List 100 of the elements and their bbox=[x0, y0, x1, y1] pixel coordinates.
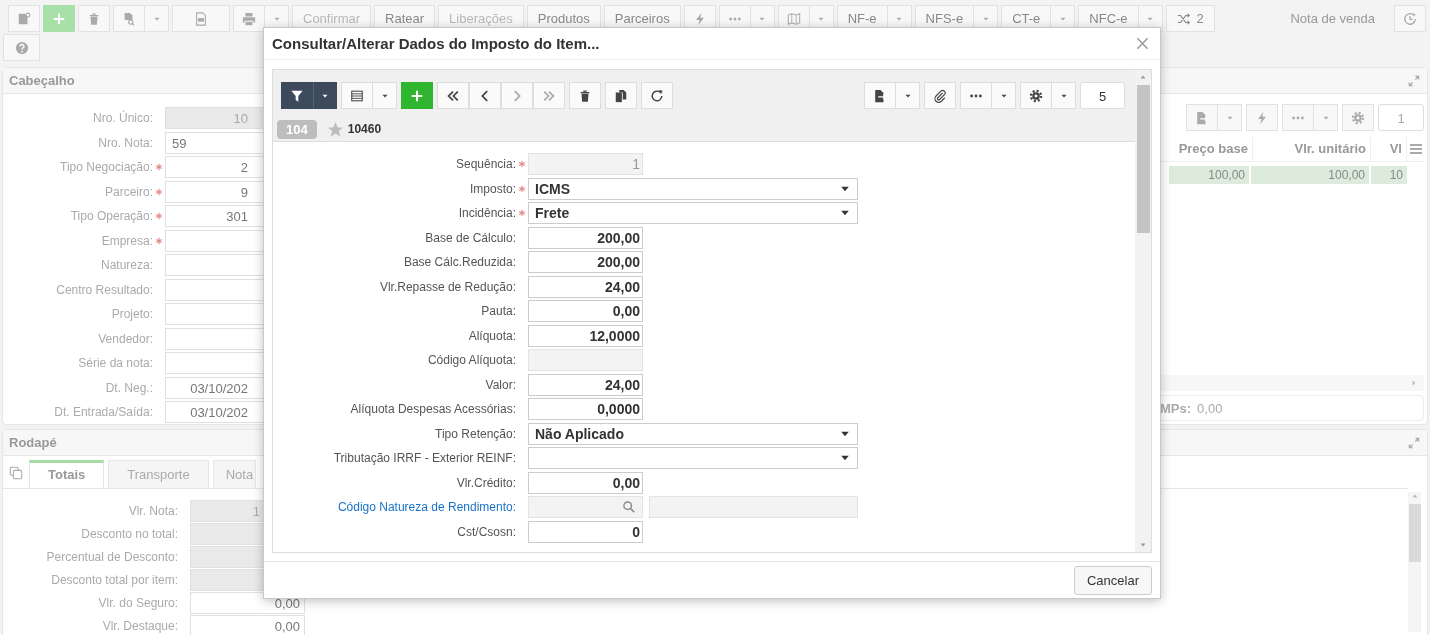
delete-button[interactable] bbox=[569, 82, 601, 109]
field-label: Percentual de Desconto: bbox=[45, 549, 178, 564]
field-label: Empresa: bbox=[100, 233, 153, 248]
input-field[interactable]: 9 bbox=[165, 180, 265, 203]
vertical-scrollbar[interactable] bbox=[1408, 492, 1421, 632]
help-button[interactable] bbox=[3, 34, 40, 61]
input-field[interactable]: 0,0000 bbox=[528, 398, 643, 421]
field-label: Parceiro: bbox=[103, 184, 153, 199]
double-right-chevron-icon bbox=[542, 88, 556, 103]
field-label: Dt. Neg.: bbox=[104, 380, 153, 395]
column-header[interactable]: Preço base bbox=[1173, 137, 1253, 161]
input-field[interactable]: 12,0000 bbox=[528, 324, 643, 347]
input-field[interactable]: 24,00 bbox=[528, 275, 643, 298]
export-button[interactable] bbox=[864, 82, 896, 109]
column-header[interactable]: Vl bbox=[1371, 137, 1407, 161]
input-field[interactable]: 03/10/202 bbox=[165, 401, 265, 424]
description-field[interactable] bbox=[649, 496, 858, 519]
expand-icon bbox=[1407, 73, 1421, 88]
more-button[interactable] bbox=[1282, 104, 1314, 131]
input-field[interactable]: 0,00 bbox=[190, 614, 305, 635]
input-field[interactable]: 03/10/202 bbox=[165, 376, 265, 399]
panel-title: Rodapé bbox=[9, 435, 57, 450]
field-label: Imposto: bbox=[468, 181, 516, 196]
input-field[interactable] bbox=[165, 303, 265, 326]
page-size-field[interactable]: 5 bbox=[1080, 82, 1125, 109]
expand-button[interactable] bbox=[1407, 73, 1421, 88]
record-code: 10460 bbox=[347, 122, 382, 136]
close-icon bbox=[1135, 36, 1150, 51]
field-label: Pauta: bbox=[480, 304, 516, 319]
settings-button[interactable] bbox=[1020, 82, 1052, 109]
field-label: Vlr.Repasse de Redução: bbox=[378, 279, 516, 294]
help-icon bbox=[14, 40, 29, 55]
page-size-field[interactable]: 1 bbox=[1378, 104, 1424, 131]
document-icon bbox=[17, 11, 31, 26]
field-label: Nro. Nota: bbox=[97, 135, 153, 150]
input-field[interactable] bbox=[165, 278, 265, 301]
field-label: Alíquota Despesas Acessórias: bbox=[349, 402, 516, 417]
input-field[interactable] bbox=[165, 229, 265, 252]
close-button[interactable] bbox=[1135, 36, 1150, 51]
previous-button[interactable] bbox=[469, 82, 501, 109]
up-arrow-icon bbox=[1139, 73, 1147, 81]
column-header[interactable]: Vlr. unitário bbox=[1253, 137, 1371, 161]
input-field[interactable] bbox=[165, 327, 265, 350]
filter-button[interactable] bbox=[281, 82, 313, 109]
field-label: Valor: bbox=[484, 377, 516, 392]
settings-icon bbox=[1351, 110, 1365, 125]
field-label: Vlr.Crédito: bbox=[455, 475, 516, 490]
input-field[interactable]: 200,00 bbox=[528, 251, 643, 274]
dropdown-field[interactable]: ICMS bbox=[528, 177, 858, 200]
history-button[interactable] bbox=[1394, 5, 1426, 32]
lightning-button[interactable] bbox=[1246, 104, 1278, 131]
input-field[interactable]: 24,00 bbox=[528, 373, 643, 396]
star-icon bbox=[326, 120, 344, 138]
right-arrow-icon bbox=[1410, 379, 1418, 387]
input-field[interactable] bbox=[165, 352, 265, 375]
print-button[interactable] bbox=[233, 5, 265, 32]
expand-button[interactable] bbox=[1407, 435, 1421, 450]
input-field[interactable]: 0,00 bbox=[528, 471, 643, 494]
refresh-button[interactable] bbox=[641, 82, 673, 109]
up-arrow-icon bbox=[1410, 492, 1419, 500]
search-icon bbox=[622, 500, 636, 515]
dropdown-field[interactable]: Não Aplicado bbox=[528, 422, 858, 445]
dropdown-field[interactable] bbox=[528, 447, 858, 470]
input-field[interactable]: 301 bbox=[165, 205, 265, 228]
field-label: Natureza: bbox=[99, 258, 153, 273]
printer-icon bbox=[242, 11, 256, 26]
field-label: Série da nota: bbox=[77, 356, 153, 371]
dropdown-field[interactable]: Frete bbox=[528, 202, 858, 225]
cancel-button[interactable]: Cancelar bbox=[1073, 565, 1152, 595]
input-field[interactable]: 59 bbox=[165, 131, 265, 154]
panel-title: Cabeçalho bbox=[9, 73, 75, 88]
vertical-scrollbar[interactable] bbox=[1135, 70, 1151, 552]
input-field[interactable]: 200,00 bbox=[528, 226, 643, 249]
field-label: Vlr. Destaque: bbox=[101, 618, 178, 633]
duplicate-button[interactable] bbox=[605, 82, 637, 109]
field-label: Base de Cálculo: bbox=[424, 230, 516, 245]
attachment-button[interactable] bbox=[924, 82, 956, 109]
first-button[interactable] bbox=[437, 82, 469, 109]
export-icon bbox=[1195, 110, 1209, 125]
field-label: Sequência: bbox=[454, 157, 516, 172]
table-cell: 100,00 bbox=[1251, 166, 1369, 184]
add-button[interactable] bbox=[43, 5, 75, 32]
record-badge: 104 bbox=[277, 119, 317, 139]
shuffle-button[interactable]: 2 bbox=[1165, 5, 1215, 32]
document-search-button[interactable] bbox=[113, 5, 145, 32]
field-label: Tipo Retenção: bbox=[434, 426, 516, 441]
field-label: Tributação IRRF - Exterior REINF: bbox=[332, 451, 516, 466]
tab[interactable]: Totais bbox=[29, 460, 105, 488]
grid-view-button[interactable] bbox=[341, 82, 373, 109]
dialog-title: Consultar/Alterar Dados do Imposto do Item... bbox=[272, 35, 600, 52]
input-field[interactable]: 2 bbox=[165, 156, 265, 179]
input-field[interactable]: 0,00 bbox=[528, 300, 643, 323]
input-field[interactable]: 0 bbox=[528, 520, 643, 543]
export-icon bbox=[873, 88, 887, 103]
table-cell: 10 bbox=[1371, 166, 1407, 184]
new-document-button[interactable] bbox=[8, 5, 40, 32]
input-field[interactable] bbox=[165, 254, 265, 277]
refresh-icon bbox=[650, 88, 664, 103]
field-label: Vlr. Nota: bbox=[127, 503, 178, 518]
expand-icon bbox=[1407, 435, 1421, 450]
